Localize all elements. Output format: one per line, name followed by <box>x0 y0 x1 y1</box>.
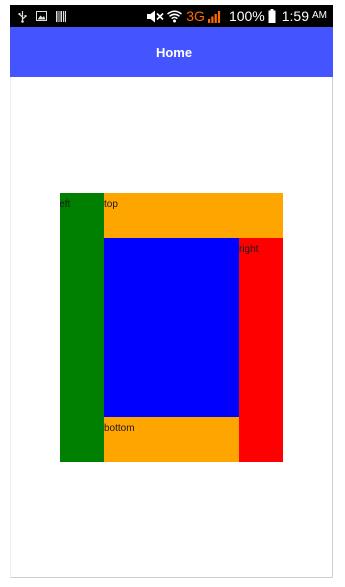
clock-time: 1:59 <box>281 8 309 24</box>
center-panel <box>104 238 239 417</box>
image-icon <box>36 11 47 21</box>
battery-percent: 100% <box>228 8 265 24</box>
top-panel: top <box>104 193 283 238</box>
battery-icon <box>268 9 276 23</box>
top-panel-label: top <box>104 199 118 210</box>
content-area: top bottom right left <box>10 77 333 578</box>
clock-ampm: AM <box>312 10 327 21</box>
bottom-panel: bottom <box>104 417 239 462</box>
bottom-panel-label: bottom <box>104 423 135 434</box>
right-panel-label: right <box>239 244 259 255</box>
right-panel: right <box>239 238 283 462</box>
status-bar: 3G 100% 1:59 AM <box>10 5 333 27</box>
left-panel: left <box>60 193 104 462</box>
page-title: Home <box>155 44 193 60</box>
network-type-label: 3G <box>186 8 205 24</box>
usb-icon <box>18 10 27 23</box>
signal-icon <box>207 10 222 23</box>
left-panel-label: left <box>60 199 71 210</box>
status-left-icons <box>18 5 66 27</box>
app-header: Home <box>10 27 333 77</box>
status-right-icons: 3G 100% 1:59 AM <box>147 5 327 27</box>
mute-icon <box>147 10 164 23</box>
barcode-icon <box>56 10 66 22</box>
wifi-icon <box>167 10 183 23</box>
